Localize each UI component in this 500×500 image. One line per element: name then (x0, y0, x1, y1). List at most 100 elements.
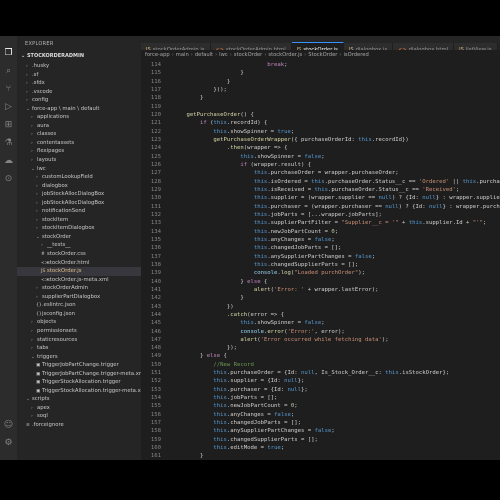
code-token: this (240, 153, 254, 160)
testing-icon[interactable]: ⚗ (3, 138, 14, 149)
folder-item[interactable]: › soql (17, 412, 141, 421)
files-icon[interactable]: ❐ (3, 48, 14, 59)
code-token: false (304, 153, 322, 160)
folder-item[interactable]: › supplierPartDialogbox (17, 293, 141, 302)
editor-tab[interactable]: JS listView.js (454, 43, 498, 50)
folder-item[interactable]: › __tests__ (17, 241, 141, 250)
code-text: getPurchaseOrder() { (173, 112, 253, 118)
folder-item[interactable]: ⌄ lwc (17, 165, 141, 174)
line-number: 126 (150, 161, 161, 168)
breadcrumb-item[interactable]: StockOrder (308, 52, 337, 58)
folder-item[interactable]: › classes (17, 130, 141, 139)
file-item[interactable]: ▣ TriggerStockAllocation.trigger (17, 378, 141, 387)
editor-tab[interactable]: JS stockOrder.js (291, 42, 344, 50)
chevron-right-icon: › (215, 52, 218, 58)
code-text: })); (173, 87, 226, 93)
folder-item[interactable]: ⌄ triggers (17, 353, 141, 362)
folder-item[interactable]: › flexipages (17, 147, 141, 156)
file-item[interactable]: ≡ .forceignore (17, 421, 141, 430)
folder-item[interactable]: › customLookupField (17, 173, 141, 182)
code-token: 'Error occurred while fetching data' (260, 336, 382, 343)
extensions-icon[interactable]: ⊞ (3, 120, 14, 131)
breadcrumb-item[interactable]: default (195, 52, 213, 58)
folder-item[interactable]: ⌄ scripts (17, 395, 141, 404)
tree-item-label: aura (37, 122, 50, 129)
folder-item[interactable]: › apex (17, 404, 141, 413)
folder-item[interactable]: › dialogbox (17, 182, 141, 191)
code-line: 127 this.purchaseOrder = wrapper.purchas… (141, 169, 500, 177)
folder-item[interactable]: › notificationSend (17, 207, 141, 216)
editor-tab[interactable]: JS dialogbox.js (343, 43, 394, 50)
source-control-icon[interactable]: ⑂ (3, 84, 14, 95)
editor-tab[interactable]: <> dialogbox.html (393, 43, 455, 50)
run-debug-icon[interactable]: ▷ (3, 102, 14, 113)
code-token: null (284, 378, 298, 385)
salesforce-icon[interactable]: ☁ (3, 156, 14, 167)
code-token: ; (371, 253, 376, 260)
code-token: ); (358, 270, 366, 277)
file-item[interactable]: {}.eslintrc.json (17, 301, 141, 310)
code-text: this.purchaser = (wrapper.purchaser == n… (173, 204, 500, 210)
code-token: break (267, 62, 285, 68)
folder-item[interactable]: › staticresources (17, 336, 141, 345)
folder-item[interactable]: › objects (17, 318, 141, 327)
file-item[interactable]: # stockOrder.css (17, 250, 141, 259)
code-text: this.anySupplierPartChanges = false; (173, 254, 375, 260)
tree-item-label: triggers (37, 353, 58, 360)
code-token: .showSpinner = (253, 153, 305, 160)
folder-item[interactable]: › tabs (17, 344, 141, 353)
breadcrumb-item[interactable]: isOrdered (343, 52, 368, 58)
remote-icon[interactable]: ⊙ (3, 174, 14, 185)
folder-item[interactable]: ⌄ stockOrder (17, 233, 141, 242)
folder-item[interactable]: › stockItemDialogbox (17, 224, 141, 233)
file-item[interactable]: JS stockOrder.js (17, 267, 141, 276)
folder-item[interactable]: › jobStockAllocDialogBox (17, 190, 141, 199)
code-token: .recordId}) (371, 136, 409, 143)
account-icon[interactable]: ☺ (3, 420, 14, 431)
breadcrumb-item[interactable]: stockOrder (234, 52, 263, 58)
breadcrumb-item[interactable]: lwc (219, 52, 228, 58)
tree-item-label: apex (37, 404, 50, 411)
editor-tab[interactable]: JS stockOrderAdmin.js (141, 43, 211, 50)
breadcrumb-item[interactable]: stockOrder.js (268, 52, 302, 58)
code-text: if (this.recordId) { (173, 120, 267, 126)
folder-item[interactable]: › .husky (17, 62, 141, 71)
file-tree: › .husky › .sf › .sfdx › .vscode › config ⌄ force-a… (17, 62, 141, 430)
editor-tab[interactable]: <> stockOrderAdmin.html (210, 43, 292, 50)
folder-item[interactable]: › applications (17, 113, 141, 122)
code-token: this (358, 136, 372, 143)
code-token: this (253, 178, 268, 185)
file-item[interactable]: ▣ TriggerStockAllocation.trigger-meta.xml (17, 387, 141, 396)
code-text: } (173, 95, 203, 101)
project-root[interactable]: ⌄ STOCKORDERADMIN (21, 53, 84, 59)
folder-item[interactable]: › permissionsets (17, 327, 141, 336)
folder-item[interactable]: › jobStockAllocDialogBox (17, 199, 141, 208)
search-icon[interactable]: ⌕ (3, 66, 14, 77)
folder-item[interactable]: › stockItem (17, 216, 141, 225)
file-item[interactable]: ▣ TriggerJobPartChange.trigger (17, 361, 141, 370)
folder-item[interactable]: › stockOrderAdmin (17, 284, 141, 293)
file-item[interactable]: <>stockOrder.js-meta.xml (17, 276, 141, 285)
folder-item[interactable]: › .vscode (17, 88, 141, 97)
tree-item-label: stockItem (42, 216, 69, 223)
folder-item[interactable]: › .sf (17, 71, 141, 80)
code-editor[interactable]: 114 break; 115 } 116 } 117 })); 118 } 119 120 … (141, 61, 500, 460)
folder-item[interactable]: › config (17, 96, 141, 105)
code-token: "'" (472, 220, 483, 227)
breadcrumb-item[interactable]: force-app (145, 52, 170, 58)
code-token: false (304, 320, 322, 327)
tree-item-label: stockOrderAdmin (42, 285, 88, 292)
folder-item[interactable]: › contentassets (17, 139, 141, 148)
file-item[interactable]: {}jsconfig.json (17, 310, 141, 319)
folder-item[interactable]: › .sfdx (17, 79, 141, 88)
line-number: 158 (150, 428, 161, 435)
settings-icon[interactable]: ⚙ (3, 438, 14, 449)
breadcrumb-item[interactable]: main (176, 52, 189, 58)
folder-item[interactable]: › aura (17, 122, 141, 131)
folder-item[interactable]: ⌄ force-app \ main \ default (17, 105, 141, 114)
file-item[interactable]: <>stockOrder.html (17, 259, 141, 268)
code-token: { (260, 278, 268, 285)
folder-item[interactable]: › layouts (17, 156, 141, 165)
file-item[interactable]: ▣ TriggerJobPartChange.trigger-meta.xml (17, 370, 141, 379)
